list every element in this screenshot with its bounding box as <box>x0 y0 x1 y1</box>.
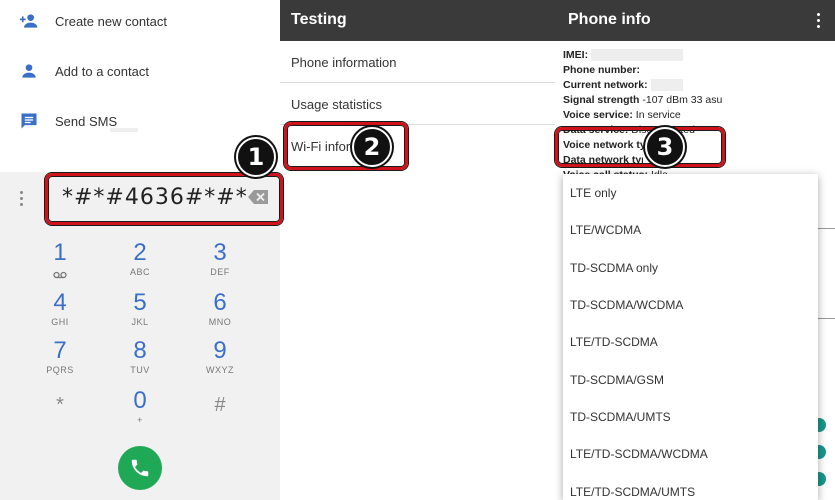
network-option-label: TD-SCDMA/UMTS <box>570 410 671 424</box>
key-letters: GHI <box>51 317 69 327</box>
key-5[interactable]: 5 JKL <box>100 290 180 338</box>
testing-item-label: Phone information <box>291 55 397 70</box>
redacted-value <box>591 49 684 62</box>
preferred-network-type-dropdown: LTE only LTE/WCDMA TD-SCDMA only TD-SCDM… <box>563 174 818 500</box>
network-option-td-scdma-only[interactable]: TD-SCDMA only <box>563 249 818 286</box>
step-badge-1: 1 <box>236 137 276 177</box>
network-option-label: TD-SCDMA/GSM <box>570 373 664 387</box>
network-option-label: LTE/WCDMA <box>570 223 642 237</box>
key-letters: WXYZ <box>206 365 234 375</box>
key-digit: 0 <box>133 387 147 414</box>
network-option-label: LTE/TD-SCDMA <box>570 335 658 349</box>
testing-item-usage-statistics[interactable]: Usage statistics <box>280 83 555 125</box>
key-digit: 4 <box>53 289 67 316</box>
network-option-lte-td-scdma[interactable]: LTE/TD-SCDMA <box>563 323 818 360</box>
key-digit: 8 <box>133 337 147 364</box>
key-letters: JKL <box>131 317 149 327</box>
person-icon <box>22 64 36 78</box>
voice-service-value: In service <box>635 109 681 121</box>
network-option-label: TD-SCDMA only <box>570 261 659 275</box>
overflow-menu-icon[interactable] <box>20 191 24 207</box>
call-button[interactable] <box>118 446 162 490</box>
highlight-dial-code <box>45 173 283 225</box>
key-digit: 5 <box>133 289 147 316</box>
network-option-lte-td-scdma-wcdma[interactable]: LTE/TD-SCDMA/WCDMA <box>563 435 818 472</box>
key-letters: ABC <box>129 267 150 277</box>
phone-number-label: Phone number: <box>563 64 641 76</box>
phone-icon <box>131 459 149 477</box>
key-9[interactable]: 9 WXYZ <box>180 338 260 386</box>
divider <box>818 228 835 229</box>
key-digit: * <box>56 394 64 416</box>
add-to-contact-button[interactable]: Add to a contact <box>0 51 280 91</box>
key-6[interactable]: 6 MNO <box>180 290 260 338</box>
app-bar: Testing Phone info <box>280 0 835 41</box>
key-digit: # <box>214 394 226 416</box>
signal-strength-label: Signal strength <box>563 94 640 106</box>
highlight-network-type <box>555 127 725 167</box>
testing-title: Testing <box>291 11 347 28</box>
key-2[interactable]: 2 ABC <box>100 240 180 288</box>
key-letters: DEF <box>210 267 230 277</box>
dialer-pane: Create new contact Add to a contact Send… <box>0 0 280 500</box>
key-letters: PQRS <box>46 365 74 375</box>
network-option-lte-td-scdma-umts[interactable]: LTE/TD-SCDMA/UMTS <box>563 473 818 500</box>
imei-label: IMEI: <box>563 49 589 61</box>
network-option-label: LTE/TD-SCDMA/WCDMA <box>570 447 708 461</box>
step-badge-2: 2 <box>352 127 392 167</box>
add-to-contact-label: Add to a contact <box>55 63 149 79</box>
key-letters: + <box>137 415 143 425</box>
network-option-label: TD-SCDMA/WCDMA <box>570 298 684 312</box>
testing-item-label: Usage statistics <box>291 97 383 112</box>
key-letters: MNO <box>208 317 232 327</box>
send-sms-button[interactable]: Send SMS <box>0 101 280 141</box>
key-1[interactable]: 1 <box>20 240 100 288</box>
key-7[interactable]: 7 PQRS <box>20 338 100 386</box>
network-option-td-scdma-umts[interactable]: TD-SCDMA/UMTS <box>563 398 818 435</box>
send-sms-label: Send SMS <box>55 113 118 129</box>
step-badge-3: 3 <box>645 127 685 167</box>
more-options-icon[interactable] <box>817 13 821 29</box>
key-star[interactable]: * <box>20 392 100 440</box>
voice-service-label: Voice service: <box>563 109 633 121</box>
message-icon <box>21 113 37 129</box>
key-digit: 9 <box>213 337 227 364</box>
key-0[interactable]: 0 + <box>100 388 180 436</box>
network-option-lte-wcdma[interactable]: LTE/WCDMA <box>563 211 818 248</box>
network-option-td-scdma-gsm[interactable]: TD-SCDMA/GSM <box>563 361 818 398</box>
key-digit: 2 <box>133 239 147 266</box>
testing-item-phone-information[interactable]: Phone information <box>280 41 555 83</box>
key-4[interactable]: 4 GHI <box>20 290 100 338</box>
divider <box>818 318 835 319</box>
redacted-value <box>650 79 683 92</box>
phone-info-title: Phone info <box>568 11 651 28</box>
redacted-strip <box>110 128 138 132</box>
network-option-td-scdma-wcdma[interactable]: TD-SCDMA/WCDMA <box>563 286 818 323</box>
voicemail-icon <box>53 271 67 279</box>
key-3[interactable]: 3 DEF <box>180 240 260 288</box>
current-network-label: Current network: <box>563 79 648 91</box>
key-digit: 3 <box>213 239 227 266</box>
key-8[interactable]: 8 TUV <box>100 338 180 386</box>
network-option-label: LTE/TD-SCDMA/UMTS <box>570 485 696 499</box>
key-letters: TUV <box>130 365 150 375</box>
key-digit: 6 <box>213 289 227 316</box>
key-digit: 1 <box>53 239 67 266</box>
signal-strength-value: -107 dBm 33 asu <box>642 94 723 106</box>
create-new-contact-button[interactable]: Create new contact <box>0 1 280 41</box>
create-new-contact-label: Create new contact <box>55 13 168 29</box>
key-digit: 7 <box>53 337 67 364</box>
network-option-label: LTE only <box>570 186 617 200</box>
key-hash[interactable]: # <box>180 392 260 440</box>
network-option-lte-only[interactable]: LTE only <box>563 174 818 211</box>
add-person-icon <box>19 14 38 28</box>
